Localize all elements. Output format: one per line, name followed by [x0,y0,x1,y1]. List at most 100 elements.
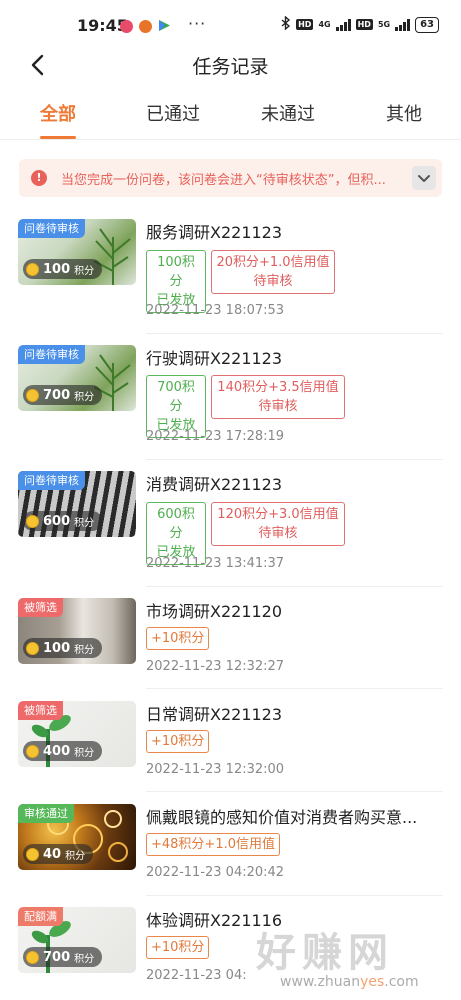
points-unit: 积分 [74,644,95,656]
task-time: 2022-11-23 12:32:00 [146,762,285,777]
points-badge: 400 积分 [23,741,103,761]
task-title: 日常调研X221123 [146,705,283,724]
points-badge: 700 积分 [23,947,103,967]
points-badge: 40 积分 [23,844,94,864]
status-tag: 被筛选 [18,598,63,617]
divider [146,791,443,792]
task-thumbnail: 审核通过 40 积分 [18,804,136,870]
issued-points: 700积分 [157,380,195,414]
coin-icon [26,847,39,861]
tab-other[interactable]: 其他 [386,100,422,126]
battery-icon: 63 [415,16,439,33]
task-thumbnail: 配额满 700 积分 [18,907,136,973]
status-tag: 审核通过 [18,804,74,823]
header: 任务记录 [0,48,461,84]
notice-banner: ! 当您完成一份问卷，该问卷会进入“待审核状态”，但积... [19,159,442,197]
points-value: 600 [43,513,71,529]
divider [146,688,443,689]
pending-status-box: 140积分+3.5信用值 待审核 [211,375,345,419]
watermark-url-c: .com [384,974,419,990]
points-value: 100 [43,640,71,656]
notice-text: 当您完成一份问卷，该问卷会进入“待审核状态”，但积... [61,173,386,188]
reward-box: +10积分 [146,627,210,650]
divider [146,895,443,896]
tab-passed[interactable]: 已通过 [146,100,200,126]
watermark-url-a: www.zhuan [280,974,361,990]
hd-badge-2: HD [355,19,373,30]
points-unit: 积分 [74,747,95,759]
watermark-logo: 好赚网 [256,930,394,976]
watermark-url-b: yes [360,974,385,990]
task-time: 2022-11-23 04: [146,968,247,983]
notification-icons [120,17,171,36]
points-badge: 100 积分 [23,638,103,658]
task-title: 行驶调研X221123 [146,349,283,368]
task-thumbnail: 被筛选 400 积分 [18,701,136,767]
active-tab-indicator [40,136,76,139]
page-title: 任务记录 [192,56,269,78]
task-thumbnail: 问卷待审核 700 积分 [18,345,136,411]
points-value: 700 [43,949,71,965]
play-store-icon [158,17,171,36]
task-title: 服务调研X221123 [146,223,283,242]
coin-icon [26,641,39,655]
pending-reward: 140积分+3.5信用值 [217,380,339,395]
task-time: 2022-11-23 04:20:42 [146,865,285,880]
expand-notice-button[interactable] [412,166,436,190]
coin-icon [26,514,39,528]
points-value: 100 [43,261,71,277]
status-tag: 问卷待审核 [18,219,85,238]
task-title: 佩戴眼镜的感知价值对消费者购买意... [146,808,418,827]
task-time: 2022-11-23 18:07:53 [146,303,285,318]
coin-icon [26,262,39,276]
coin-icon [26,950,39,964]
points-badge: 600 积分 [23,511,103,531]
pending-reward: 20积分+1.0信用值 [216,255,330,270]
points-unit: 积分 [74,391,95,403]
pending-label: 待审核 [253,274,293,289]
task-time: 2022-11-23 13:41:37 [146,556,285,571]
status-tag: 被筛选 [18,701,63,720]
points-value: 400 [43,743,71,759]
task-title: 市场调研X221120 [146,602,283,621]
tab-bar: 全部 已通过 未通过 其他 [0,100,461,140]
task-title: 消费调研X221123 [146,475,283,494]
task-thumbnail: 被筛选 100 积分 [18,598,136,664]
points-badge: 700 积分 [23,385,103,405]
pumpkin-notification-icon [139,20,152,33]
task-time: 2022-11-23 12:32:27 [146,659,285,674]
status-tag: 问卷待审核 [18,345,85,364]
status-tag: 问卷待审核 [18,471,85,490]
coin-icon [26,744,39,758]
tab-all[interactable]: 全部 [40,100,76,126]
bluetooth-icon [281,15,291,33]
issued-points: 600积分 [157,507,195,541]
system-indicators: HD 4G HD 5G 63 [281,15,439,33]
coin-icon [26,388,39,402]
task-time: 2022-11-23 17:28:19 [146,429,285,444]
points-unit: 积分 [74,265,95,277]
signal-icon [335,18,351,31]
watermark: 好赚网 www.zhuanyes.com [256,920,419,990]
points-badge: 100 积分 [23,259,103,279]
pending-status-box: 120积分+3.0信用值 待审核 [211,502,345,546]
divider [146,459,443,460]
network-5g-label: 5G [377,20,391,29]
points-value: 40 [43,846,62,862]
divider [146,586,443,587]
status-tag: 配额满 [18,907,63,926]
tab-failed[interactable]: 未通过 [261,100,315,126]
hd-badge: HD [296,19,314,30]
signal-icon-2 [395,18,411,31]
points-unit: 积分 [74,953,95,965]
pending-label: 待审核 [258,526,298,541]
reward-box: +10积分 [146,936,210,959]
chevron-down-icon [418,175,430,182]
watermark-url: www.zhuanyes.com [280,974,419,990]
alert-icon: ! [31,170,47,186]
network-4g-label: 4G [318,20,331,29]
app-notification-icon [120,20,133,33]
reward-box: +10积分 [146,730,210,753]
task-thumbnail: 问卷待审核 600 积分 [18,471,136,537]
status-bar: 19:45 ··· HD 4G HD 5G 63 [0,0,461,50]
